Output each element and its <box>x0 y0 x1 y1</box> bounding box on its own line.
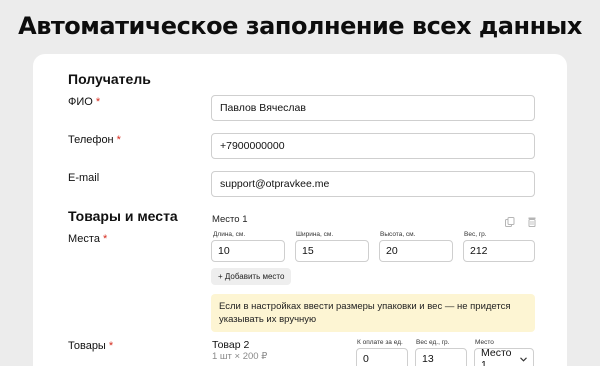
name-label: ФИО * <box>68 96 100 108</box>
place-select-value: Место 1 <box>481 347 512 366</box>
places-label-text: Места <box>68 233 100 245</box>
to-pay-input[interactable] <box>356 348 408 366</box>
place-select[interactable]: Место 1 <box>474 347 534 366</box>
width-label: Ширина, см. <box>296 231 334 238</box>
goods-label-text: Товары <box>68 340 106 352</box>
weight-label: Вес, гр. <box>464 231 487 238</box>
required-mark: * <box>95 96 101 108</box>
trash-icon[interactable] <box>527 214 537 227</box>
place-title: Место 1 <box>212 214 248 225</box>
email-label: E-mail <box>68 172 100 184</box>
name-label-text: ФИО <box>68 96 93 108</box>
goods-places-section-title: Товары и места <box>68 208 178 224</box>
height-label: Высота, см. <box>380 231 416 238</box>
goods-item-qty-price: 1 шт × 200 ₽ <box>212 351 268 362</box>
recipient-section-title: Получатель <box>68 71 151 87</box>
phone-label: Телефон * <box>68 134 121 146</box>
unit-weight-label: Вес ед., гр. <box>416 339 450 346</box>
width-input[interactable] <box>295 240 369 262</box>
name-input[interactable] <box>211 95 535 121</box>
phone-input[interactable] <box>211 133 535 159</box>
required-mark: * <box>116 134 121 146</box>
add-place-button[interactable]: + Добавить место <box>211 268 292 285</box>
page-headline: Автоматическое заполнение всех данных <box>18 12 582 40</box>
required-mark: * <box>102 233 108 245</box>
length-input[interactable] <box>211 240 285 262</box>
to-pay-label: К оплате за ед. <box>357 339 403 346</box>
height-input[interactable] <box>379 240 453 262</box>
length-label: Длина, см. <box>213 231 246 238</box>
phone-label-text: Телефон <box>68 134 114 146</box>
goods-item-name: Товар 2 <box>212 339 250 351</box>
required-mark: * <box>108 340 114 352</box>
email-input[interactable] <box>211 171 535 197</box>
packaging-hint-note: Если в настройках ввести размеры упаковк… <box>211 294 535 332</box>
places-label: Места * <box>68 233 107 245</box>
copy-icon[interactable] <box>505 214 515 227</box>
place-select-label: Место <box>475 339 494 346</box>
order-form-card: Получатель ФИО* Телефон* E-mail Товары и… <box>33 54 567 366</box>
weight-input[interactable] <box>463 240 535 262</box>
chevron-down-icon <box>520 353 527 365</box>
unit-weight-input[interactable] <box>415 348 467 366</box>
goods-label: Товары * <box>68 340 113 352</box>
